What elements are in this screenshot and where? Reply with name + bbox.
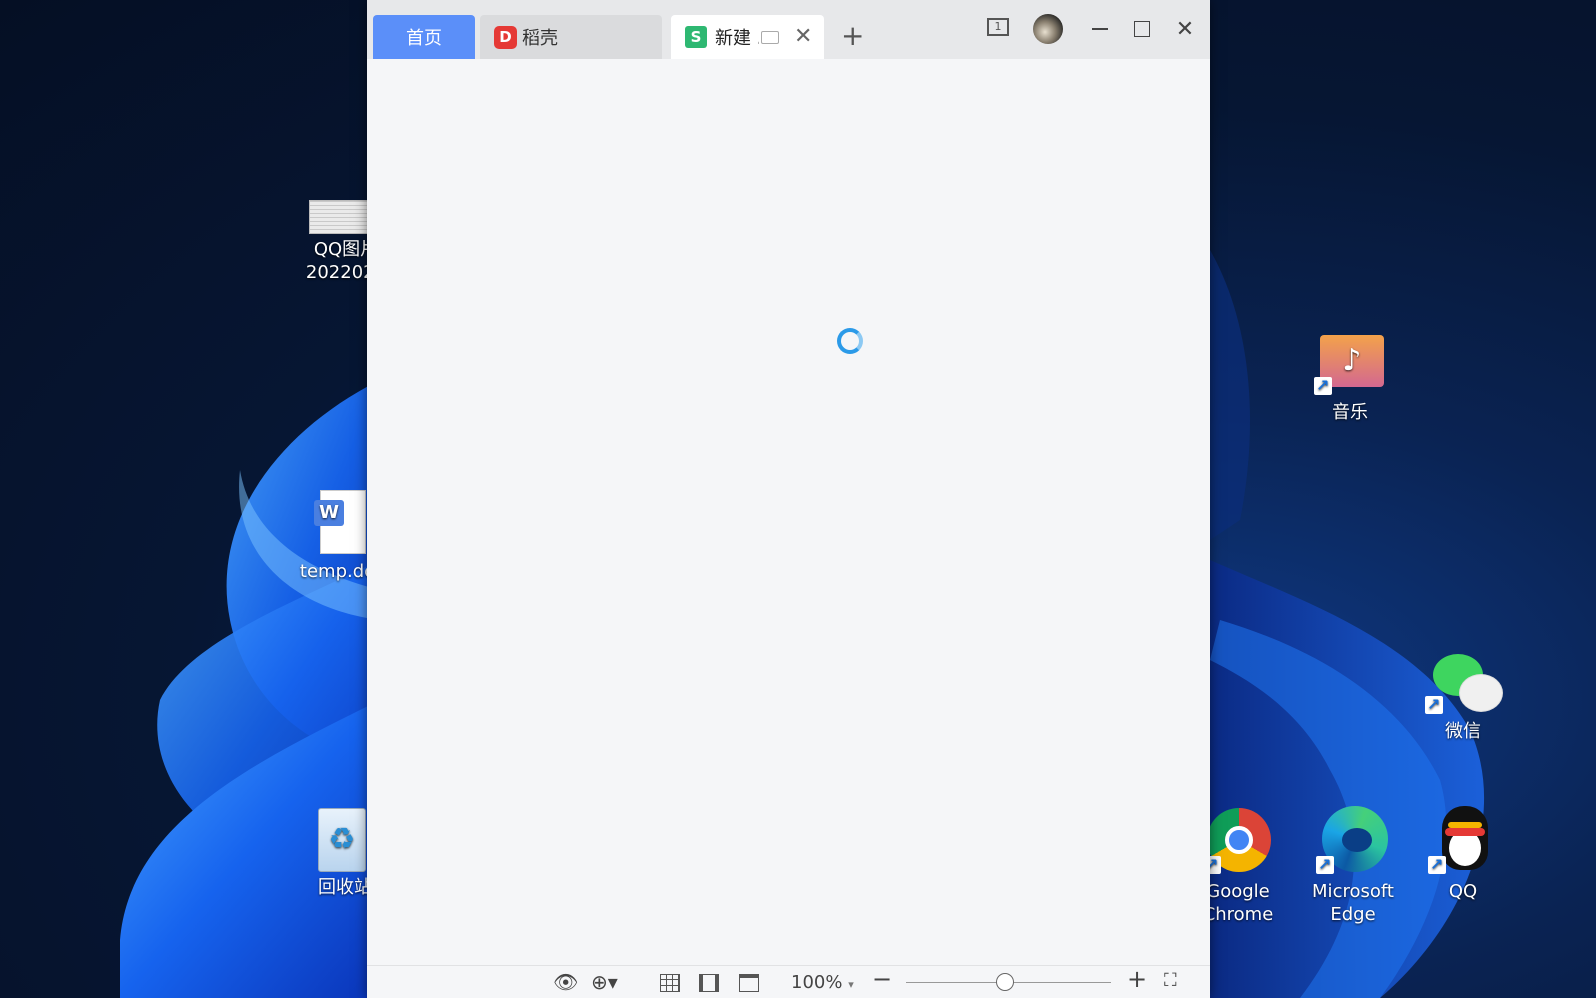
zoom-level-value: 100% (791, 972, 843, 993)
close-icon: ✕ (1175, 16, 1195, 42)
close-window-button[interactable]: ✕ (1172, 16, 1198, 42)
zoom-slider-thumb[interactable] (996, 973, 1014, 991)
edge-label-1: Microsoft (1312, 881, 1394, 902)
tab-daoke-label: 稻壳 (522, 28, 558, 49)
daoke-logo-icon: D (494, 25, 517, 49)
tab-new-spreadsheet[interactable]: S 新建 ... ✕ (671, 15, 824, 59)
zoom-out-button[interactable]: − (872, 967, 892, 991)
normal-view-icon[interactable] (660, 974, 680, 992)
fullscreen-icon[interactable]: ⛶ (1164, 970, 1177, 992)
qq-label: QQ (1448, 881, 1478, 902)
qq-shortcut[interactable]: QQ (1418, 806, 1508, 903)
minimize-icon (1092, 28, 1108, 30)
freeze-panes-icon[interactable]: ⊕▾ (591, 971, 618, 993)
shortcut-arrow-icon (1428, 853, 1446, 876)
shortcut-arrow-icon (1314, 374, 1332, 397)
tab-doc-label: 新建 ... (715, 28, 759, 49)
wechat-label: 微信 (1445, 721, 1481, 742)
edge-shortcut[interactable]: Microsoft Edge (1305, 806, 1401, 926)
wps-window: 首页 D 稻壳 S 新建 ... ✕ + 1 ✕ 👁 ⊕▾ (367, 0, 1210, 998)
maximize-button[interactable] (1129, 16, 1155, 42)
music-label: 音乐 (1332, 402, 1368, 423)
music-folder[interactable]: ♪ 音乐 (1305, 335, 1395, 424)
spreadsheet-thumbnail-icon (309, 200, 371, 234)
minimize-button[interactable] (1087, 16, 1113, 42)
shortcut-arrow-icon (1316, 853, 1334, 876)
page-layout-view-icon[interactable] (699, 974, 719, 992)
tab-daoke[interactable]: D 稻壳 (480, 15, 662, 59)
eye-protection-icon[interactable]: 👁 (553, 971, 578, 993)
new-tab-button[interactable]: + (841, 22, 864, 50)
maximize-icon (1134, 21, 1150, 37)
close-tab-icon[interactable]: ✕ (794, 26, 812, 48)
edge-label-2: Edge (1330, 904, 1376, 925)
loading-spinner (837, 328, 863, 354)
tab-bar: 首页 D 稻壳 S 新建 ... ✕ + 1 ✕ (367, 0, 1210, 59)
page-break-view-icon[interactable] (739, 974, 759, 992)
wechat-shortcut[interactable]: 微信 (1418, 652, 1508, 743)
monitor-icon (761, 30, 779, 44)
zoom-level[interactable]: 100% ▾ (791, 972, 854, 996)
user-avatar[interactable] (1033, 14, 1063, 44)
window-count-value: 1 (994, 20, 1002, 33)
word-document-icon: W (314, 490, 366, 554)
status-bar: 👁 ⊕▾ 100% ▾ − + ⛶ (367, 965, 1210, 998)
recycle-bin-icon: ♻ (318, 808, 366, 872)
shortcut-arrow-icon (1425, 693, 1443, 716)
spreadsheet-logo-icon: S (685, 26, 707, 48)
tab-home-label: 首页 (406, 28, 442, 49)
tab-home[interactable]: 首页 (373, 15, 475, 59)
window-count-icon[interactable]: 1 (987, 18, 1009, 36)
zoom-in-button[interactable]: + (1127, 967, 1147, 991)
